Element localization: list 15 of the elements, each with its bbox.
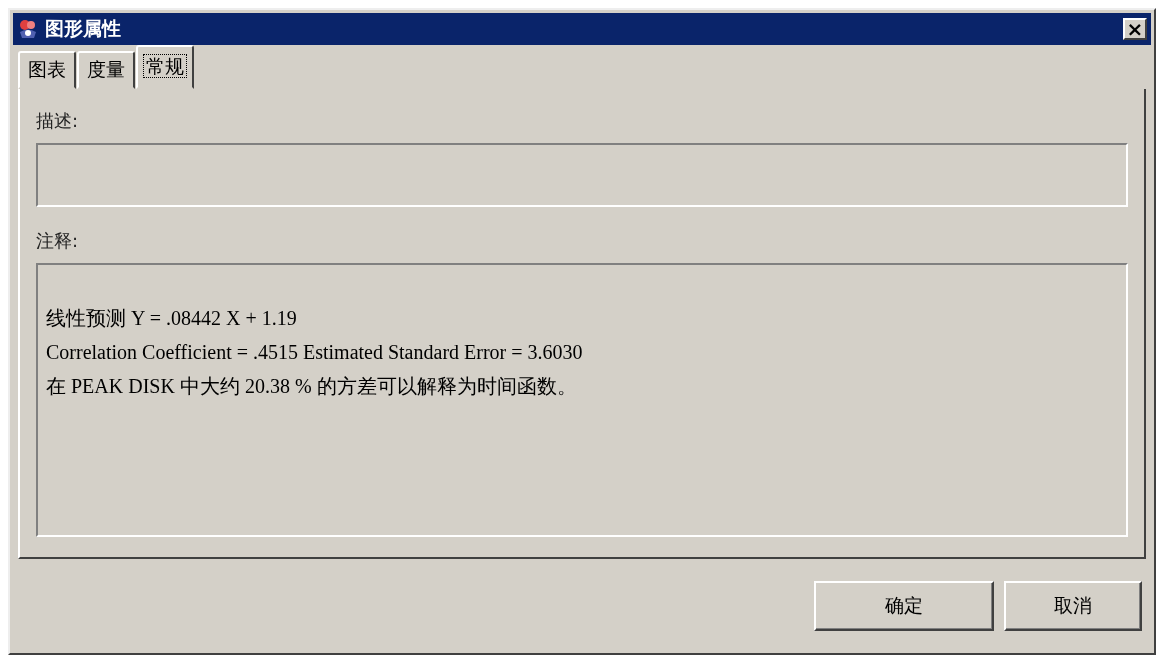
description-field[interactable] xyxy=(36,143,1128,207)
close-button[interactable]: × xyxy=(1123,18,1147,40)
tab[interactable]: 图表 xyxy=(18,51,76,89)
notes-text: 线性预测 Y = .08442 X + 1.19 xyxy=(46,306,298,331)
field-label: 描述: xyxy=(36,109,80,133)
tab[interactable]: 度量 xyxy=(77,51,135,89)
notes-field[interactable]: 线性预测 Y = .08442 X + 1.19 Correlation Coefficient = .4515 Estimated Standard Error = 3.6030 在 PEAK DISK 中大约 20.38 % 的方差可以解释为时间函数。 xyxy=(36,263,1128,537)
notes-text: 在 PEAK DISK 中大约 20.38 % 的方差可以解释为时间函数。 xyxy=(46,374,578,399)
window-title: 图形属性 xyxy=(45,16,122,41)
app-icon xyxy=(17,18,39,40)
field-label: 注释: xyxy=(36,229,80,253)
ok-button[interactable]: 确定 xyxy=(814,581,994,631)
tab[interactable]: 常规 xyxy=(136,45,194,89)
notes-text: Correlation Coefficient = .4515 Estimated Standard Error = 3.6030 xyxy=(46,340,584,365)
cancel-button[interactable]: 取消 xyxy=(1004,581,1142,631)
